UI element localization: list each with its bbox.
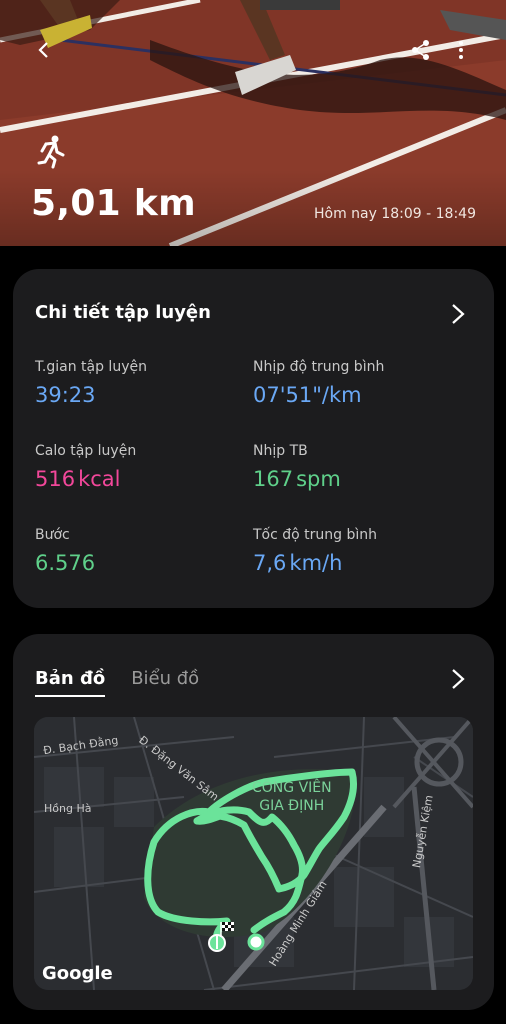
tab-map[interactable]: Bản đồ <box>35 668 106 697</box>
stat-value: 6.576 <box>35 551 96 575</box>
stat-avg-pace: Nhịp độ trung bình 07'51"/km <box>253 359 384 407</box>
stat-value: 7,6 km/h <box>253 551 343 575</box>
stat-label: Nhịp TB <box>253 443 308 459</box>
share-button[interactable] <box>405 34 437 66</box>
route-finish-marker <box>247 933 265 951</box>
more-options-button[interactable] <box>445 34 477 66</box>
more-vertical-icon <box>459 41 463 59</box>
running-icon <box>37 135 65 169</box>
stat-label: Calo tập luyện <box>35 443 137 459</box>
chevron-right-icon[interactable] <box>448 667 468 691</box>
stat-label: Nhịp độ trung bình <box>253 359 385 375</box>
workout-time-range: Hôm nay 18:09 - 18:49 <box>313 206 476 222</box>
stat-label: Bước <box>35 527 70 543</box>
map-roads <box>34 717 473 990</box>
stat-steps: Bước 6.576 <box>35 527 95 575</box>
street-label: Hồng Hà <box>44 802 92 815</box>
park-label: CÔNG VIÊN GIA ĐỊNH <box>252 780 332 814</box>
stat-label: T.gian tập luyện <box>35 359 147 375</box>
tab-chart[interactable]: Biểu đồ <box>131 668 199 697</box>
route-map[interactable]: Đ. Bạch Đằng Đ. Đặng Văn Sâm Hồng Hà Ngu… <box>34 717 473 990</box>
stat-value: 39:23 <box>35 383 96 407</box>
stat-label: Tốc độ trung bình <box>253 527 378 543</box>
back-arrow-icon <box>38 42 48 58</box>
workout-details-card[interactable]: Chi tiết tập luyện T.gian tập luyện 39:2… <box>13 269 494 608</box>
map-card: Bản đồ Biểu đồ Đ. Bạch Đằng Đ. Đặng Văn … <box>13 634 494 1010</box>
hero-banner: 5,01 km Hôm nay 18:09 - 18:49 <box>0 0 506 246</box>
stat-calories: Calo tập luyện 516 kcal <box>35 443 136 491</box>
details-title: Chi tiết tập luyện <box>35 302 211 323</box>
share-icon <box>412 40 429 60</box>
stat-avg-speed: Tốc độ trung bình 7,6 km/h <box>253 527 377 575</box>
back-button[interactable] <box>28 34 60 66</box>
stat-value: 07'51"/km <box>253 383 362 407</box>
map-tabs: Bản đồ Biểu đồ <box>35 668 199 697</box>
stat-value: 516 kcal <box>35 467 121 491</box>
google-logo: Google <box>42 963 113 984</box>
stat-avg-cadence: Nhịp TB 167 spm <box>253 443 341 491</box>
distance-value: 5,01 km <box>31 183 196 224</box>
chevron-right-icon[interactable] <box>448 302 468 326</box>
stat-value: 167 spm <box>253 467 341 491</box>
stat-workout-time: T.gian tập luyện 39:23 <box>35 359 147 407</box>
